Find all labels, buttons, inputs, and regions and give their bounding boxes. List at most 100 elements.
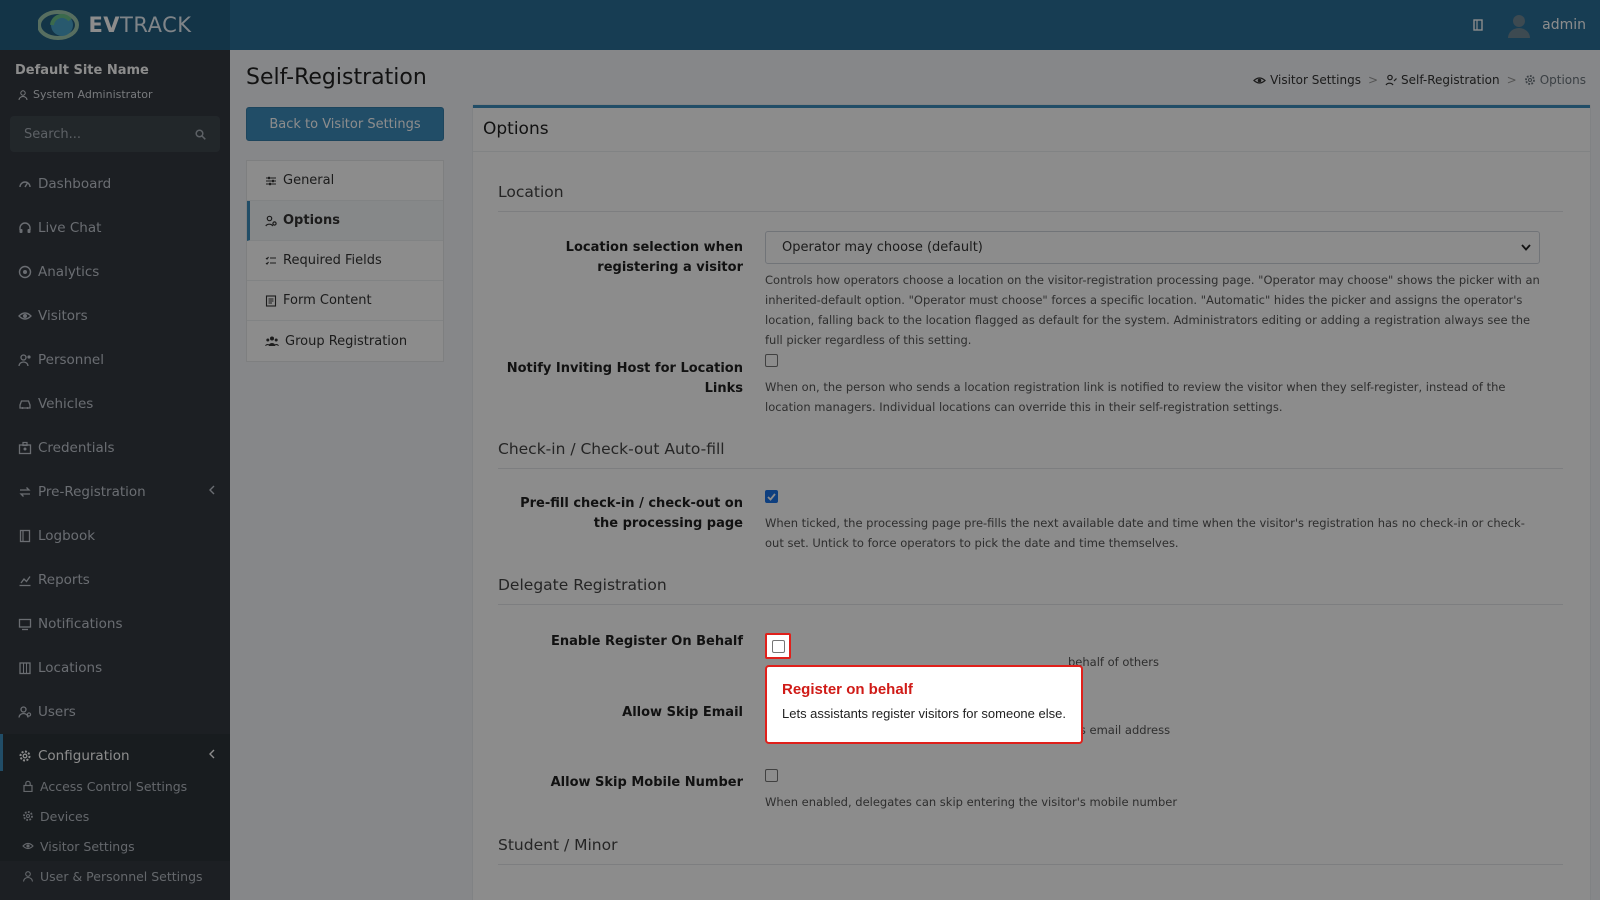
- sidebar-item-locations[interactable]: Locations: [0, 646, 230, 690]
- sidebar-item-user-personnel-settings[interactable]: User & Personnel Settings: [0, 861, 230, 891]
- eye-icon: [18, 312, 32, 320]
- checklist-icon: [265, 256, 276, 265]
- gear-icon: [23, 811, 33, 821]
- sidebar-item-vehicles[interactable]: Vehicles: [0, 382, 230, 426]
- breadcrumb-separator: >: [1367, 73, 1379, 87]
- top-navbar: EVTRACK admin: [0, 0, 1600, 50]
- brand-logo[interactable]: EVTRACK: [0, 0, 230, 50]
- location-selection-select[interactable]: Operator may choose (default): [765, 231, 1540, 264]
- tooltip-title: Register on behalf: [782, 681, 913, 698]
- main-content: Self-Registration Visitor Settings > Sel…: [230, 50, 1600, 900]
- user-edit-icon: [1385, 74, 1397, 86]
- sidebar-item-visitor-settings[interactable]: Visitor Settings: [0, 831, 230, 861]
- sidebar-item-devices[interactable]: Devices: [0, 801, 230, 831]
- tab-group-registration[interactable]: Group Registration: [247, 321, 443, 361]
- headset-icon: [19, 222, 31, 233]
- back-to-visitor-settings-button[interactable]: Back to Visitor Settings: [246, 107, 444, 141]
- chart-icon: [19, 576, 31, 587]
- section-divider: [498, 604, 1563, 605]
- site-name: Default Site Name: [15, 63, 149, 78]
- book-icon[interactable]: [1472, 19, 1484, 31]
- skip-mobile-help: When enabled, delegates can skip enterin…: [765, 795, 1178, 809]
- user-role: System Administrator: [18, 88, 153, 101]
- avatar: [1508, 15, 1531, 38]
- sidebar-item-logbook[interactable]: Logbook: [0, 514, 230, 558]
- sidebar-item-personnel[interactable]: Personnel: [0, 338, 230, 382]
- register-on-behalf-checkbox[interactable]: [771, 639, 785, 653]
- users-icon: [18, 706, 32, 718]
- section-divider: [498, 211, 1563, 212]
- gear-icon: [19, 750, 31, 762]
- sidebar-item-access-control-settings[interactable]: Access Control Settings: [0, 771, 230, 801]
- breadcrumb-separator: >: [1506, 73, 1517, 87]
- skip-email-label: Allow Skip Email: [622, 705, 743, 720]
- sliders-icon: [266, 176, 276, 185]
- skip-mobile-label: Allow Skip Mobile Number: [550, 775, 743, 790]
- prefill-label: Pre-fill check-in / check-out on the pro…: [520, 496, 743, 531]
- user-menu[interactable]: admin: [1506, 12, 1586, 38]
- id-card-icon: [18, 441, 32, 455]
- sidebar-item-credentials[interactable]: Credentials: [0, 426, 230, 470]
- book-icon: [19, 529, 31, 543]
- breadcrumb-self-registration[interactable]: Self-Registration: [1385, 73, 1500, 87]
- users-icon: [265, 336, 279, 346]
- tab-form-content[interactable]: Form Content: [247, 281, 443, 321]
- sidebar-item-users[interactable]: Users: [0, 690, 230, 734]
- tab-general[interactable]: General: [247, 161, 443, 201]
- sidebar: Default Site Name System Administrator D…: [0, 50, 230, 900]
- location-selection-label: Location selection when registering a vi…: [565, 240, 743, 275]
- search-input[interactable]: [24, 126, 174, 142]
- tooltip-body: Lets assistants register visitors for so…: [782, 706, 1066, 721]
- form-icon: [265, 294, 277, 307]
- page-title: Self-Registration: [246, 65, 427, 90]
- register-on-behalf-tooltip: Register on behalf Lets assistants regis…: [765, 665, 1083, 744]
- tab-options[interactable]: Options: [247, 201, 443, 241]
- settings-tabs: General Options Required Fields Form Con…: [246, 160, 444, 362]
- sidebar-item-live-chat[interactable]: Live Chat: [0, 206, 230, 250]
- check-icon: [767, 492, 776, 501]
- notify-host-label: Notify Inviting Host for Location Links: [506, 361, 743, 396]
- search-icon[interactable]: [195, 128, 206, 140]
- user-gear-icon: [265, 215, 277, 226]
- logo-icon: [38, 9, 82, 41]
- chevron-left-icon[interactable]: [208, 485, 216, 495]
- breadcrumb: Visitor Settings > Self-Registration > O…: [1253, 73, 1586, 87]
- breadcrumb-visitor-settings[interactable]: Visitor Settings: [1253, 73, 1361, 87]
- card-title: Options: [473, 108, 1590, 152]
- sidebar-item-pre-registration[interactable]: Pre-Registration: [0, 470, 230, 514]
- user-name: admin: [1542, 17, 1586, 33]
- sidebar-item-analytics[interactable]: Analytics: [0, 250, 230, 294]
- chevron-left-icon[interactable]: [208, 749, 216, 759]
- register-on-behalf-help: behalf of others: [1068, 655, 1159, 669]
- skip-mobile-checkbox[interactable]: [765, 769, 778, 782]
- prefill-help: When ticked, the processing page pre-fil…: [765, 516, 1525, 550]
- sidebar-nav: Dashboard Live Chat Analytics Visitors P…: [0, 162, 230, 778]
- prefill-checkbox[interactable]: [765, 490, 778, 503]
- sidebar-item-dashboard[interactable]: Dashboard: [0, 162, 230, 206]
- breadcrumb-options: Options: [1524, 73, 1586, 87]
- sidebar-item-visitors[interactable]: Visitors: [0, 294, 230, 338]
- target-icon: [18, 265, 32, 279]
- location-selection-help: Controls how operators choose a location…: [765, 273, 1540, 347]
- sidebar-item-notifications[interactable]: Notifications: [0, 602, 230, 646]
- section-divider: [498, 468, 1563, 469]
- sidebar-search[interactable]: [10, 116, 220, 152]
- register-on-behalf-label: Enable Register On Behalf: [550, 634, 743, 649]
- register-on-behalf-highlight[interactable]: [765, 633, 791, 659]
- section-delegate: Delegate Registration: [498, 576, 667, 594]
- gear-icon: [1524, 75, 1535, 85]
- configuration-submenu: Access Control Settings Devices Visitor …: [0, 771, 230, 884]
- section-student: Student / Minor: [498, 836, 618, 854]
- notify-host-checkbox[interactable]: [765, 354, 778, 367]
- user-icon: [18, 89, 28, 100]
- tab-required-fields[interactable]: Required Fields: [247, 241, 443, 281]
- user-gear-icon: [18, 354, 31, 367]
- car-icon: [19, 400, 31, 409]
- eye-icon: [22, 842, 34, 850]
- arrows-icon: [19, 487, 31, 497]
- sidebar-item-reports[interactable]: Reports: [0, 558, 230, 602]
- section-divider: [498, 864, 1563, 865]
- section-checkin: Check-in / Check-out Auto-fill: [498, 440, 725, 458]
- lock-icon: [23, 780, 33, 792]
- options-card: Options Location Location selection when…: [473, 105, 1590, 900]
